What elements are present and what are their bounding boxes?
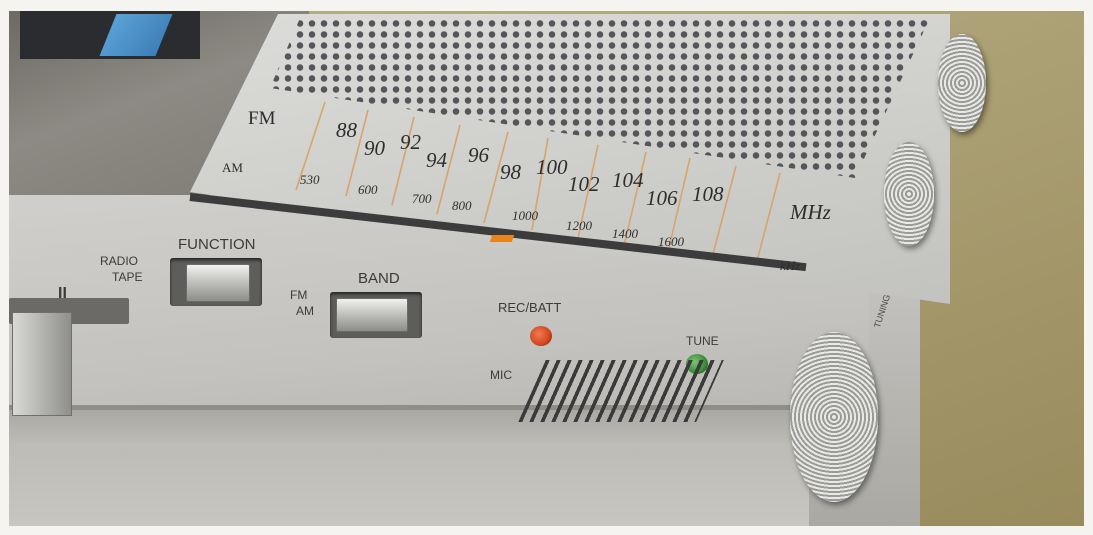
fm-mark-100: 100 <box>536 155 568 179</box>
tuning-scale-lines <box>295 101 781 266</box>
mic-label: MIC <box>490 368 512 382</box>
tuning-knob[interactable] <box>790 332 878 502</box>
fm-mark-106: 106 <box>646 186 678 210</box>
fm-mark-104: 104 <box>612 168 644 192</box>
am-mark-1400: 1400 <box>612 226 638 241</box>
am-mark-700: 700 <box>412 191 432 206</box>
am-mark-1600: 1600 <box>658 234 684 249</box>
function-switch[interactable] <box>186 264 250 302</box>
radio-cassette-photo: FM AM 88 90 92 94 96 98 100 102 104 106 … <box>0 0 1093 535</box>
fm-mark-96: 96 <box>468 143 489 167</box>
am-mark-1000: 1000 <box>512 208 538 223</box>
fm-mark-90: 90 <box>364 136 385 160</box>
tuning-pointer <box>489 235 515 242</box>
am-mark-800: 800 <box>452 198 472 213</box>
pause-button[interactable] <box>12 312 72 416</box>
fm-band-label: FM <box>248 108 276 129</box>
fm-unit: MHz <box>790 200 831 224</box>
am-unit: kHz <box>780 258 801 273</box>
am-band-label: AM <box>222 160 243 175</box>
function-position-radio: RADIO <box>100 254 139 268</box>
fm-mark-108: 108 <box>692 182 724 206</box>
fm-mark-102: 102 <box>568 172 600 196</box>
band-position-fm: FM <box>290 288 308 302</box>
fm-mark-94: 94 <box>426 148 447 172</box>
function-label: FUNCTION <box>178 236 256 253</box>
fm-mark-88: 88 <box>336 118 357 142</box>
band-switch[interactable] <box>336 298 408 332</box>
am-mark-530: 530 <box>300 172 320 187</box>
pause-symbol: II <box>58 285 67 302</box>
middle-rotary-knob[interactable] <box>884 142 934 246</box>
band-label: BAND <box>358 270 400 287</box>
upper-rotary-knob[interactable] <box>938 34 986 132</box>
rec-batt-led <box>530 326 552 346</box>
band-position-am: AM <box>296 304 314 318</box>
fm-mark-92: 92 <box>400 130 421 154</box>
mic-vent <box>518 360 724 422</box>
am-mark-600: 600 <box>358 182 378 197</box>
rec-batt-label: REC/BATT <box>498 300 562 315</box>
fm-mark-98: 98 <box>500 160 521 184</box>
tune-label: TUNE <box>686 334 719 348</box>
am-mark-1200: 1200 <box>566 218 592 233</box>
function-position-tape: TAPE <box>112 270 143 284</box>
